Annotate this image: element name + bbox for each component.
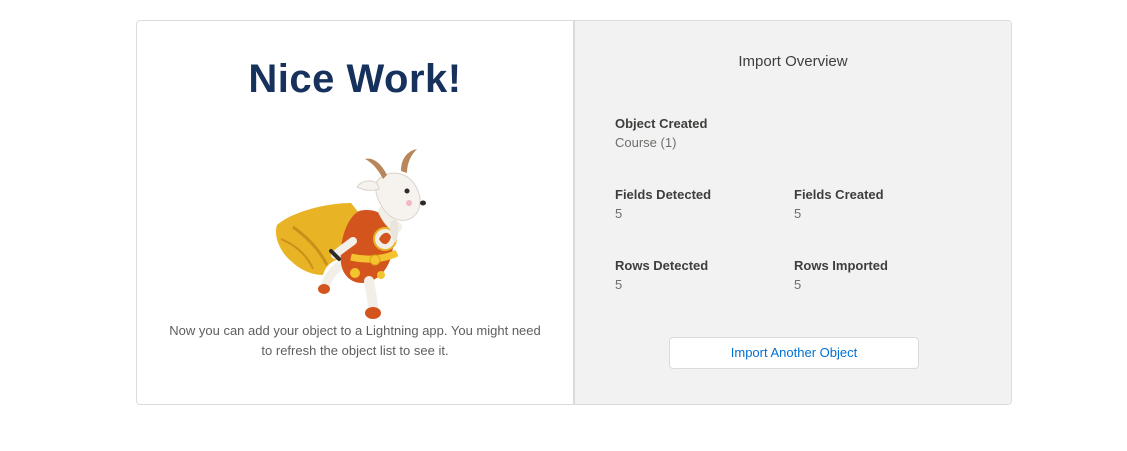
fields-detected-label: Fields Detected <box>615 187 712 202</box>
object-created-label: Object Created <box>615 116 708 131</box>
rows-imported-value: 5 <box>794 277 802 292</box>
fields-created-stat: Fields Created 5 <box>794 186 884 224</box>
import-overview-panel: Import Overview Object Created Course (1… <box>575 21 1011 404</box>
object-created-stat: Object Created Course (1) <box>615 115 707 153</box>
object-created-value: Course (1) <box>615 135 677 150</box>
import-complete-card: Nice Work! Now you can add your object t… <box>136 20 1012 405</box>
fields-created-label: Fields Created <box>794 187 884 202</box>
goat-superhero-mascot-icon <box>275 149 426 319</box>
rows-detected-stat: Rows Detected 5 <box>615 257 708 295</box>
fields-detected-value: 5 <box>615 206 623 221</box>
success-headline: Nice Work! <box>248 57 462 101</box>
rows-detected-label: Rows Detected <box>615 258 709 273</box>
fields-created-value: 5 <box>794 206 802 221</box>
rows-detected-value: 5 <box>615 277 623 292</box>
success-panel: Nice Work! Now you can add your object t… <box>137 21 575 404</box>
import-another-object-button[interactable]: Import Another Object <box>669 337 919 369</box>
rows-imported-label: Rows Imported <box>794 258 888 273</box>
overview-title: Import Overview <box>738 53 848 70</box>
fields-detected-stat: Fields Detected 5 <box>615 186 711 224</box>
rows-imported-stat: Rows Imported 5 <box>794 257 888 295</box>
success-note: Now you can add your object to a Lightni… <box>169 323 541 358</box>
